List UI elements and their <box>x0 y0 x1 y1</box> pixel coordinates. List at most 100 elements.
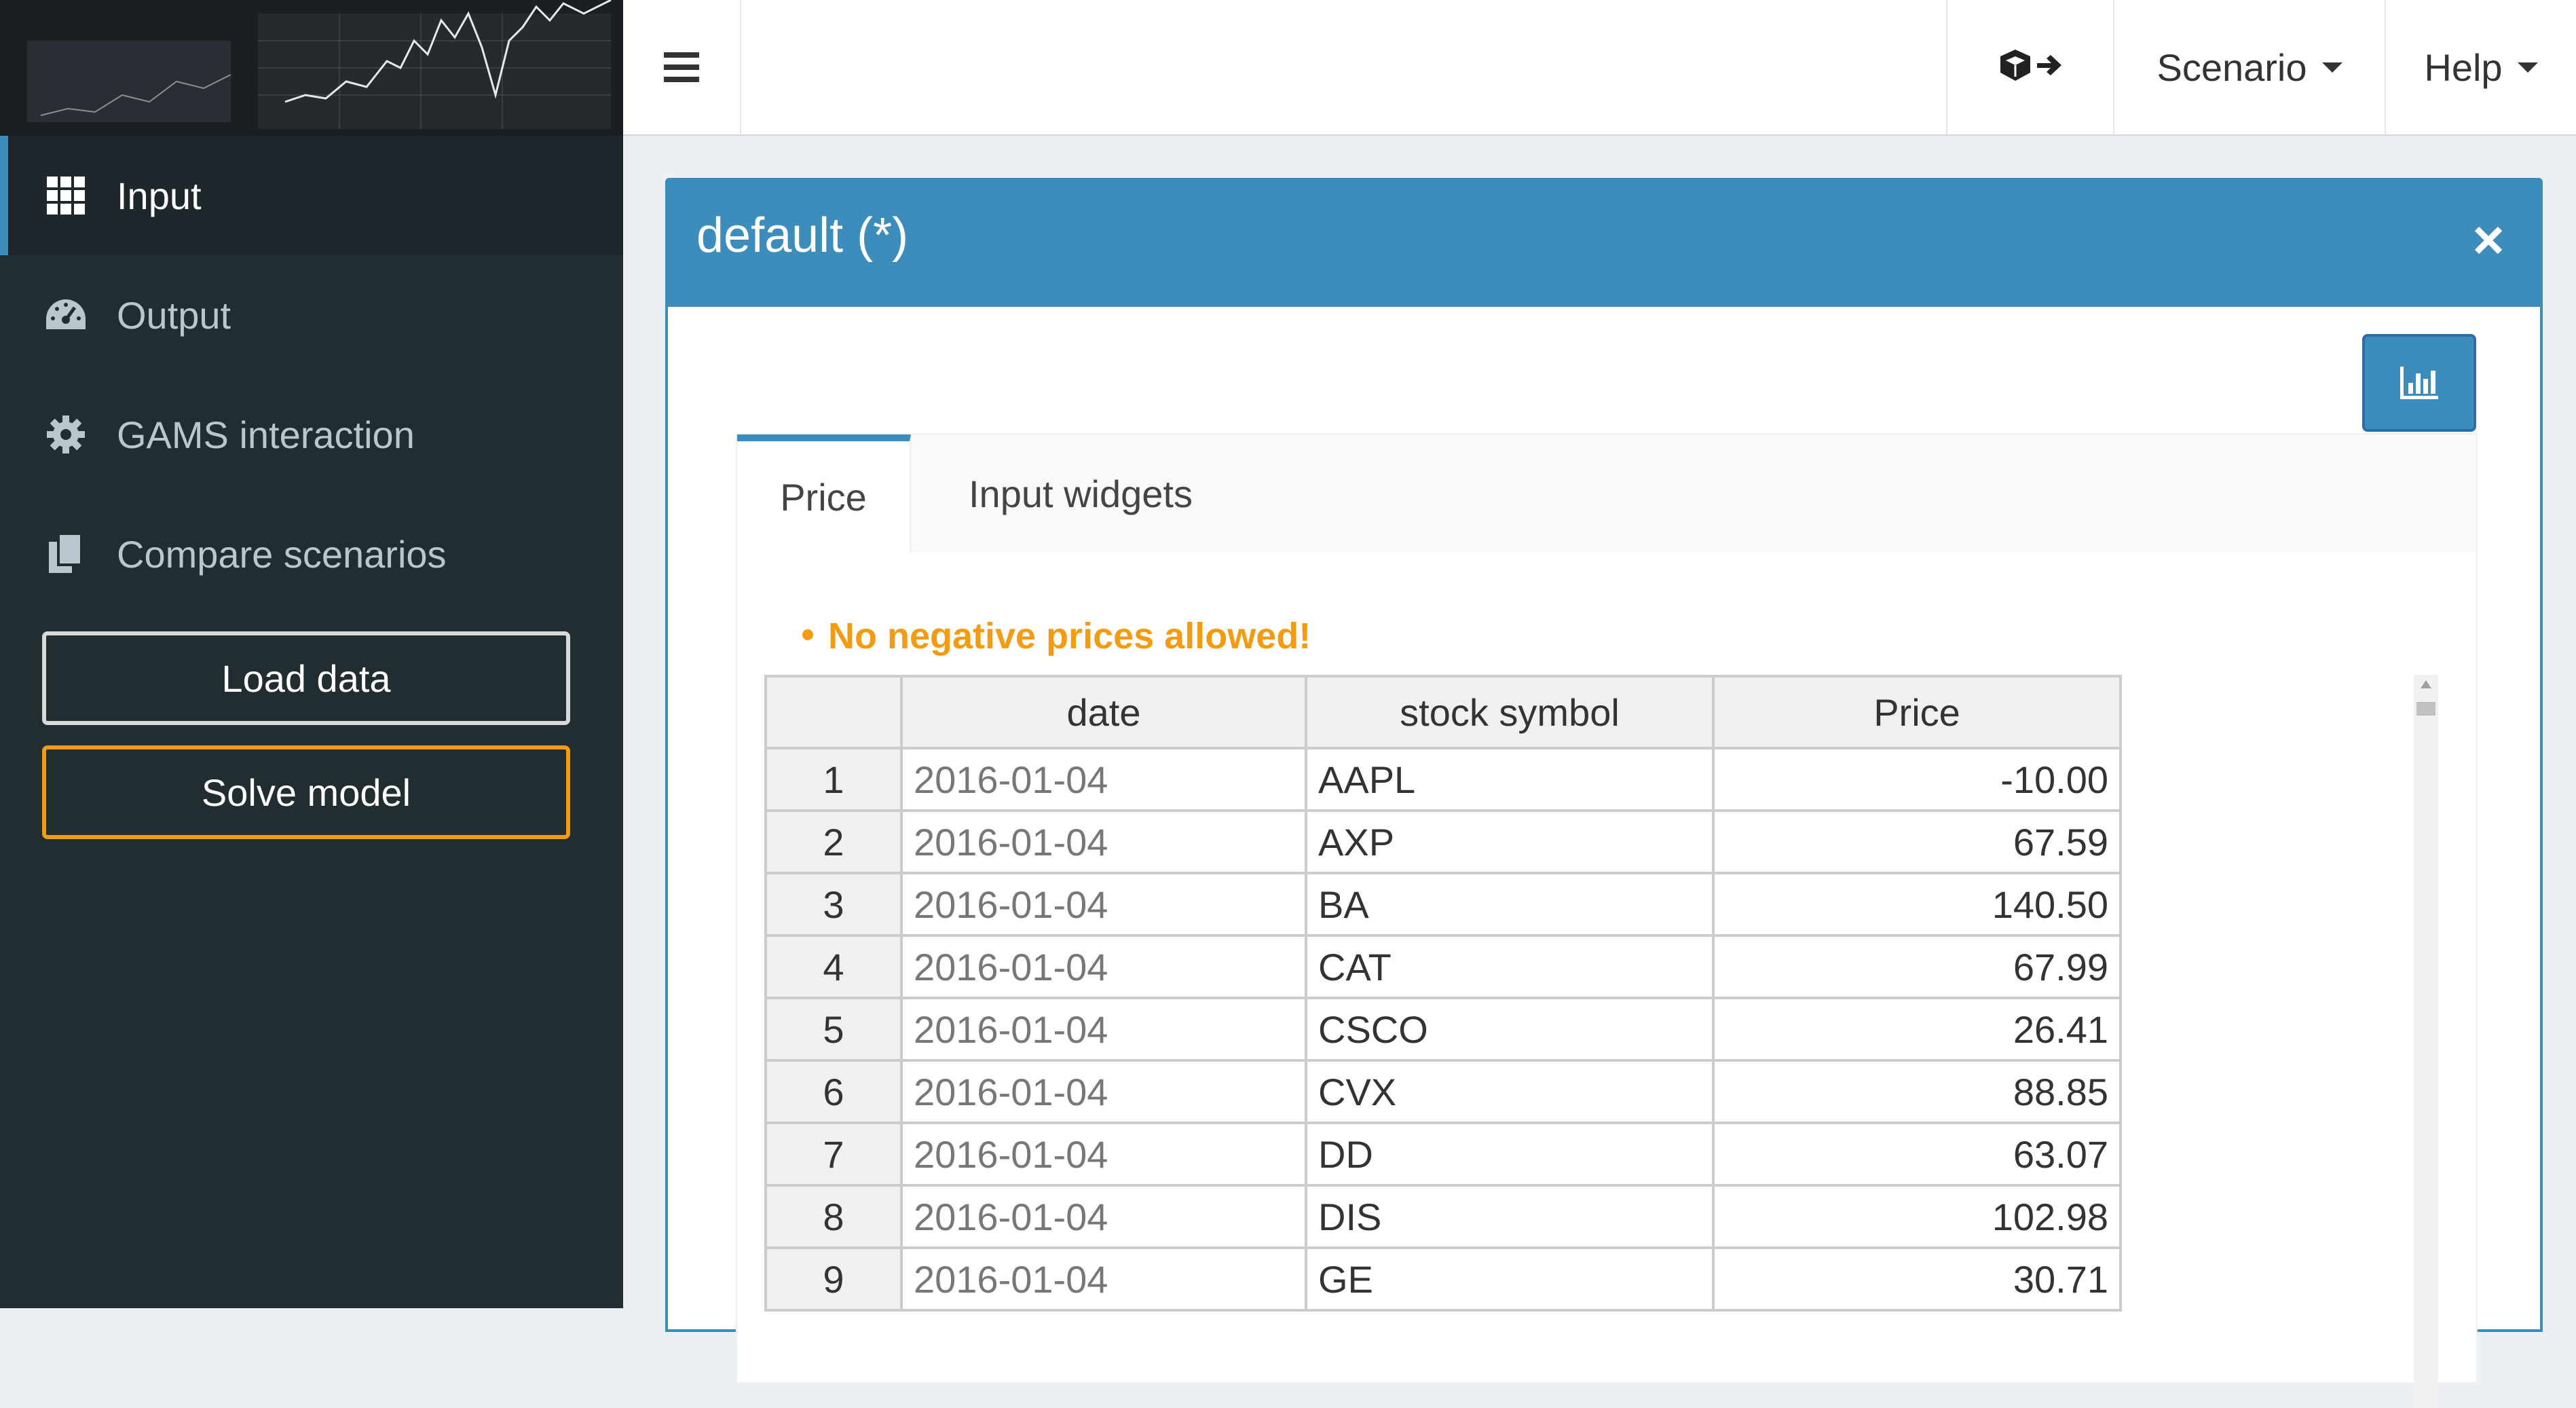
tab-label: Input widgets <box>969 472 1193 515</box>
sidebar-item-label: Output <box>117 293 231 337</box>
load-data-button[interactable]: Load data <box>42 631 570 725</box>
column-header-index <box>764 675 903 749</box>
date-cell[interactable]: 2016-01-04 <box>900 809 1307 874</box>
date-cell[interactable]: 2016-01-04 <box>900 872 1307 937</box>
symbol-cell[interactable]: GE <box>1305 1246 1715 1312</box>
column-header-stock-symbol[interactable]: stock symbol <box>1305 675 1715 749</box>
copy-files-icon <box>45 533 87 575</box>
app-logo-image <box>0 0 623 136</box>
symbol-cell[interactable]: BA <box>1305 872 1715 937</box>
price-cell[interactable]: 63.07 <box>1712 1122 2122 1187</box>
row-index: 2 <box>764 809 903 874</box>
sidebar-toggle-button[interactable] <box>623 0 741 134</box>
price-cell[interactable]: 30.71 <box>1712 1246 2122 1312</box>
sidebar-item-compare-scenarios[interactable]: Compare scenarios <box>0 494 623 614</box>
close-scenario-button[interactable] <box>2461 213 2516 267</box>
price-cell[interactable]: 67.99 <box>1712 934 2122 999</box>
row-index: 5 <box>764 997 903 1062</box>
scrollbar-thumb[interactable] <box>2416 702 2435 716</box>
table-row: 2 2016-01-04 AXP 67.59 <box>764 809 2122 874</box>
validation-warning: No negative prices allowed! <box>802 615 1311 657</box>
price-cell[interactable]: 26.41 <box>1712 997 2122 1062</box>
tab-input-widgets[interactable]: Input widgets <box>911 434 1250 553</box>
scroll-up-arrow-icon[interactable] <box>2421 680 2431 688</box>
scenario-menu-label: Scenario <box>2157 45 2307 89</box>
table-row: 6 2016-01-04 CVX 88.85 <box>764 1059 2122 1124</box>
row-index: 4 <box>764 934 903 999</box>
date-cell[interactable]: 2016-01-04 <box>900 1122 1307 1187</box>
price-cell[interactable]: 102.98 <box>1712 1184 2122 1249</box>
symbol-cell[interactable]: DD <box>1305 1122 1715 1187</box>
symbol-cell[interactable]: CVX <box>1305 1059 1715 1124</box>
table-row: 3 2016-01-04 BA 140.50 <box>764 872 2122 937</box>
grid-icon <box>45 174 87 217</box>
table-row: 9 2016-01-04 GE 30.71 <box>764 1246 2122 1312</box>
date-cell[interactable]: 2016-01-04 <box>900 997 1307 1062</box>
table-row: 7 2016-01-04 DD 63.07 <box>764 1122 2122 1187</box>
row-index: 3 <box>764 872 903 937</box>
cube-arrow-icon <box>2000 50 2061 81</box>
tab-price[interactable]: Price <box>737 434 911 553</box>
date-cell[interactable]: 2016-01-04 <box>900 1059 1307 1124</box>
export-button[interactable] <box>1946 0 2113 134</box>
table-scrollbar[interactable] <box>2414 675 2438 1408</box>
column-header-date[interactable]: date <box>900 675 1307 749</box>
date-cell[interactable]: 2016-01-04 <box>900 934 1307 999</box>
gear-icon <box>45 413 87 456</box>
price-cell[interactable]: 67.59 <box>1712 809 2122 874</box>
close-icon <box>2474 226 2503 255</box>
caret-down-icon <box>2517 62 2538 73</box>
help-menu-label: Help <box>2424 45 2503 89</box>
scenario-box: default (*) Price Input widgets No negat… <box>665 178 2543 1408</box>
date-cell[interactable]: 2016-01-04 <box>900 747 1307 812</box>
symbol-cell[interactable]: DIS <box>1305 1184 1715 1249</box>
table-header-row: date stock symbol Price <box>764 675 2122 749</box>
help-menu[interactable]: Help <box>2385 0 2576 134</box>
sidebar: Input Output GAMS interaction Compare sc… <box>0 136 623 1308</box>
sidebar-item-label: GAMS interaction <box>117 413 415 456</box>
box-header: default (*) <box>668 181 2540 307</box>
sidebar-item-gams-interaction[interactable]: GAMS interaction <box>0 375 623 494</box>
row-index: 9 <box>764 1246 903 1312</box>
warning-text: No negative prices allowed! <box>828 616 1311 656</box>
sidebar-item-input[interactable]: Input <box>0 136 623 255</box>
sidebar-item-output[interactable]: Output <box>0 255 623 375</box>
scenario-title: default (*) <box>696 208 909 263</box>
row-index: 1 <box>764 747 903 812</box>
sidebar-item-label: Compare scenarios <box>117 532 447 576</box>
date-cell[interactable]: 2016-01-04 <box>900 1184 1307 1249</box>
price-cell[interactable]: 140.50 <box>1712 872 2122 937</box>
price-cell[interactable]: 88.85 <box>1712 1059 2122 1124</box>
table-row: 5 2016-01-04 CSCO 26.41 <box>764 997 2122 1062</box>
top-navbar: Scenario Help <box>623 0 2576 136</box>
row-index: 8 <box>764 1184 903 1249</box>
scenario-menu[interactable]: Scenario <box>2113 0 2385 134</box>
tab-content: No negative prices allowed! date stock s… <box>737 553 2476 1408</box>
symbol-cell[interactable]: CSCO <box>1305 997 1715 1062</box>
tab-label: Price <box>780 475 867 519</box>
caret-down-icon <box>2321 62 2342 73</box>
date-cell[interactable]: 2016-01-04 <box>900 1246 1307 1312</box>
input-tabs-panel: Price Input widgets No negative prices a… <box>736 433 2478 1408</box>
price-data-table: date stock symbol Price 1 2016-01-04 AAP… <box>764 675 2122 1312</box>
toggle-chart-view-button[interactable] <box>2362 334 2476 432</box>
hamburger-icon <box>664 52 699 82</box>
price-cell[interactable]: -10.00 <box>1712 747 2122 812</box>
symbol-cell[interactable]: CAT <box>1305 934 1715 999</box>
symbol-cell[interactable]: AXP <box>1305 809 1715 874</box>
table-row: 4 2016-01-04 CAT 67.99 <box>764 934 2122 999</box>
load-data-button-label: Load data <box>221 656 391 700</box>
solve-model-button-label: Solve model <box>201 771 411 814</box>
tab-bar: Price Input widgets <box>737 434 2476 554</box>
table-row: 8 2016-01-04 DIS 102.98 <box>764 1184 2122 1249</box>
bar-chart-icon <box>2400 367 2438 399</box>
solve-model-button[interactable]: Solve model <box>42 745 570 839</box>
table-row: 1 2016-01-04 AAPL -10.00 <box>764 747 2122 812</box>
sidebar-item-label: Input <box>117 174 202 217</box>
dashboard-icon <box>45 294 87 336</box>
symbol-cell[interactable]: AAPL <box>1305 747 1715 812</box>
column-header-price[interactable]: Price <box>1712 675 2122 749</box>
row-index: 6 <box>764 1059 903 1124</box>
bullet-icon <box>802 629 813 640</box>
row-index: 7 <box>764 1122 903 1187</box>
